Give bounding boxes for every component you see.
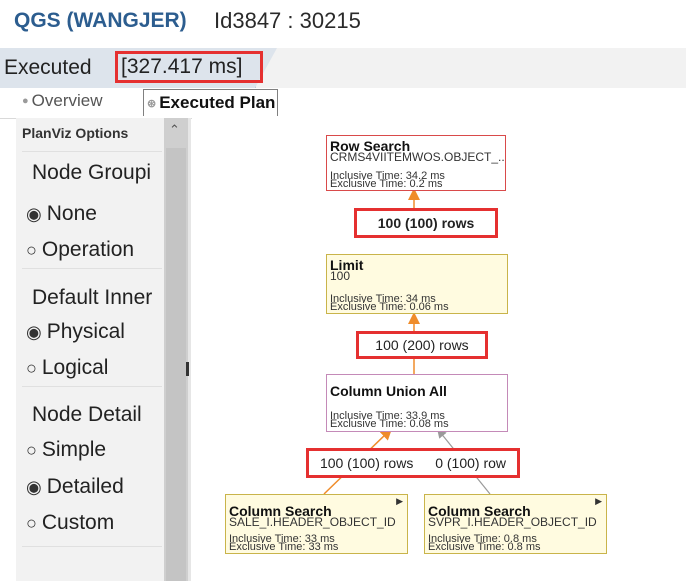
splitter-grip-icon[interactable] — [186, 362, 189, 376]
radio-label: Logical — [41, 356, 109, 379]
overview-icon: ● — [22, 95, 29, 107]
rows-highlight-2: 100 (200) rows — [356, 331, 488, 359]
node-subtitle: 100 — [330, 269, 351, 283]
divider — [22, 268, 162, 269]
node-exclusive-time: Exclusive Time: 0.2 ms — [330, 178, 443, 190]
node-column-search-2[interactable]: ▶ Column Search SVPR_I.HEADER_OBJECT_ID … — [424, 494, 607, 554]
radio-simple[interactable]: ○ Simple — [26, 438, 106, 462]
divider — [22, 546, 162, 547]
edge-label-col1: 100 (100) rows — [319, 455, 414, 471]
radio-logical[interactable]: ○ Logical — [26, 356, 108, 380]
executed-label: Executed — [4, 56, 92, 79]
radio-detailed[interactable]: ◉ Detailed — [26, 475, 124, 499]
tab-executed-plan-label: Executed Plan — [159, 93, 276, 112]
radio-selected-icon: ◉ — [26, 203, 42, 224]
view-tabs: ● Overview ⊛ Executed Plan — [0, 88, 686, 119]
connection-id: Id3847 : 30215 — [214, 8, 361, 33]
node-subtitle: SALE_I.HEADER_OBJECT_ID — [229, 515, 396, 529]
radio-custom[interactable]: ○ Custom — [26, 511, 114, 535]
radio-unselected-icon: ○ — [26, 439, 37, 460]
rows-highlight-3: 100 (100) rows 0 (100) row — [306, 448, 520, 478]
title-bar: QGS (WANGJER) Id3847 : 30215 — [0, 0, 686, 46]
radio-operation[interactable]: ○ Operation — [26, 238, 134, 262]
divider — [22, 386, 162, 387]
tab-executed-plan[interactable]: ⊛ Executed Plan — [143, 89, 279, 116]
plan-canvas[interactable]: Row Search CRMS4VIITEMWOS.OBJECT_... Inc… — [192, 118, 686, 581]
section-node-grouping: Node Groupi — [32, 161, 152, 184]
node-exclusive-time: Exclusive Time: 0.8 ms — [428, 541, 541, 553]
node-title: Column Union All — [330, 383, 447, 399]
radio-unselected-icon: ○ — [26, 512, 37, 533]
node-limit[interactable]: Limit 100 Inclusive Time: 34 ms Exclusiv… — [326, 254, 508, 314]
planviz-options-panel: PlanViz Options ⌃ Node Groupi ◉ None ○ O… — [16, 118, 188, 581]
plan-icon: ⊛ — [147, 97, 157, 110]
scroll-up-icon[interactable]: ⌃ — [169, 122, 180, 138]
app-title: QGS (WANGJER) — [14, 9, 187, 32]
section-default-inner: Default Inner — [32, 286, 153, 309]
execution-status-bar: Executed [327.417 ms] — [0, 48, 686, 88]
radio-label: Detailed — [46, 475, 124, 498]
section-node-detail: Node Detail — [32, 403, 142, 426]
sidebar-scrollbar-thumb[interactable] — [166, 148, 186, 581]
tab-overview-label: Overview — [31, 91, 103, 110]
expand-triangle-icon[interactable]: ▶ — [396, 496, 403, 507]
radio-none[interactable]: ◉ None — [26, 202, 97, 226]
node-exclusive-time: Exclusive Time: 0.06 ms — [330, 301, 449, 313]
radio-label: Physical — [46, 320, 125, 343]
pane-splitter[interactable] — [188, 118, 191, 581]
node-column-search-1[interactable]: ▶ Column Search SALE_I.HEADER_OBJECT_ID … — [225, 494, 408, 554]
node-exclusive-time: Exclusive Time: 0.08 ms — [330, 418, 449, 430]
radio-label: Operation — [41, 238, 135, 261]
radio-selected-icon: ◉ — [26, 321, 42, 342]
radio-unselected-icon: ○ — [26, 357, 37, 378]
radio-selected-icon: ◉ — [26, 476, 42, 497]
tab-overview[interactable]: ● Overview — [22, 91, 103, 111]
node-subtitle: CRMS4VIITEMWOS.OBJECT_... — [330, 150, 504, 164]
radio-unselected-icon: ○ — [26, 239, 37, 260]
execution-time-highlight: [327.417 ms] — [115, 51, 263, 83]
edge-label-col2: 0 (100) row — [435, 455, 507, 471]
node-column-union-all[interactable]: Column Union All Inclusive Time: 33.9 ms… — [326, 374, 508, 432]
divider — [22, 151, 162, 152]
node-exclusive-time: Exclusive Time: 33 ms — [229, 541, 339, 553]
radio-physical[interactable]: ◉ Physical — [26, 320, 125, 344]
expand-triangle-icon[interactable]: ▶ — [595, 496, 602, 507]
panel-title: PlanViz Options — [22, 125, 129, 141]
radio-label: Custom — [41, 511, 115, 534]
rows-highlight-1: 100 (100) rows — [354, 208, 498, 238]
radio-label: Simple — [41, 438, 107, 461]
node-row-search[interactable]: Row Search CRMS4VIITEMWOS.OBJECT_... Inc… — [326, 135, 506, 191]
node-subtitle: SVPR_I.HEADER_OBJECT_ID — [428, 515, 597, 529]
radio-label: None — [46, 202, 97, 225]
